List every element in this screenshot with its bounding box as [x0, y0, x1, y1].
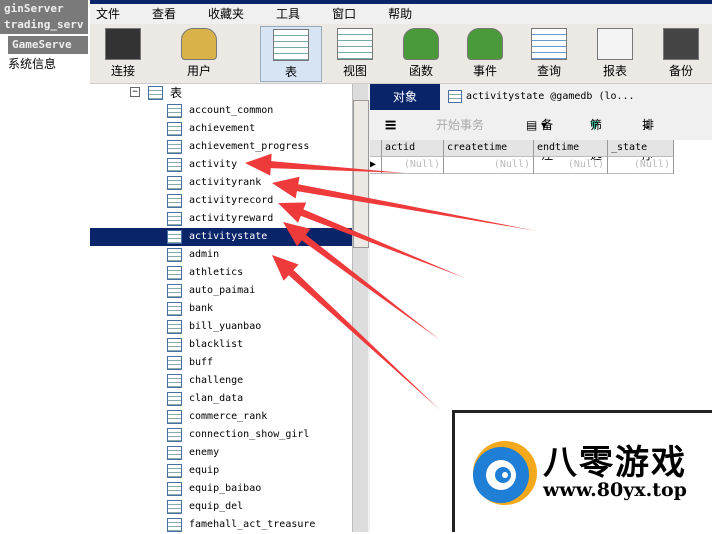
watermark-logo: 八零游戏 www.80yx.top: [452, 410, 712, 532]
red-arrow: [245, 153, 405, 176]
logo-name: 八零游戏: [543, 443, 687, 483]
logo-swirl-icon: [473, 441, 537, 505]
logo-url: www.80yx.top: [543, 479, 687, 501]
red-arrow: [272, 176, 537, 231]
red-arrow: [283, 222, 440, 340]
